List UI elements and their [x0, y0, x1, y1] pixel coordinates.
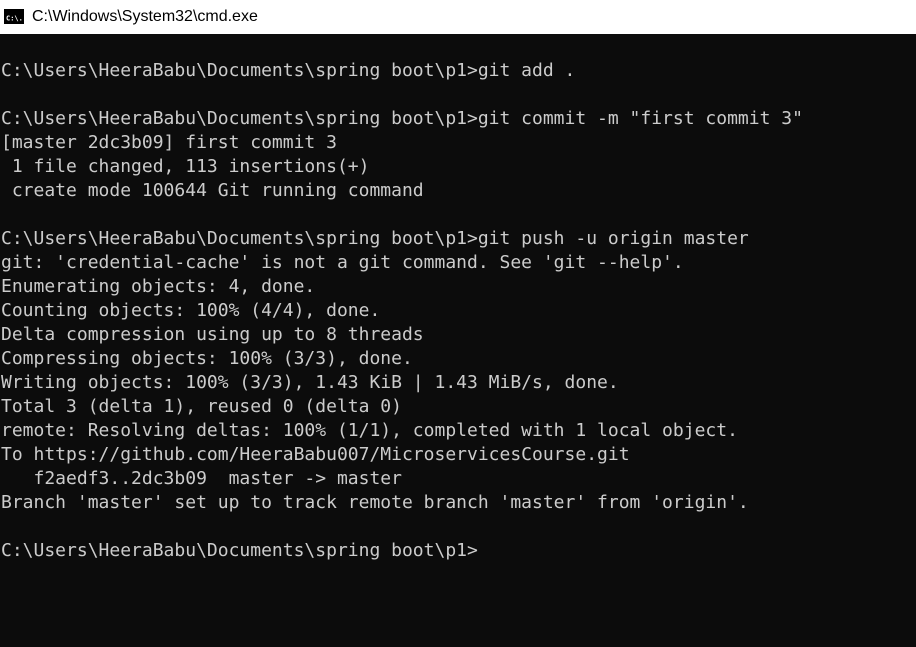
console-line: Delta compression using up to 8 threads	[1, 324, 424, 345]
console-line: C:\Users\HeeraBabu\Documents\spring boot…	[1, 60, 576, 81]
cmd-window: C:\. C:\Windows\System32\cmd.exe C:\User…	[0, 0, 916, 647]
console-line: git: 'credential-cache' is not a git com…	[1, 252, 684, 273]
console-line: create mode 100644 Git running command	[1, 180, 424, 201]
console-line: Enumerating objects: 4, done.	[1, 276, 316, 297]
window-title: C:\Windows\System32\cmd.exe	[32, 8, 258, 25]
console-line: Counting objects: 100% (4/4), done.	[1, 300, 381, 321]
console-line: remote: Resolving deltas: 100% (1/1), co…	[1, 420, 738, 441]
console-line: C:\Users\HeeraBabu\Documents\spring boot…	[1, 228, 749, 249]
console-line: Total 3 (delta 1), reused 0 (delta 0)	[1, 396, 402, 417]
title-bar[interactable]: C:\. C:\Windows\System32\cmd.exe	[0, 0, 916, 34]
cmd-icon: C:\.	[4, 9, 24, 24]
console-line: C:\Users\HeeraBabu\Documents\spring boot…	[1, 540, 478, 561]
console-line: To https://github.com/HeeraBabu007/Micro…	[1, 444, 630, 465]
console-line: Compressing objects: 100% (3/3), done.	[1, 348, 413, 369]
console-output[interactable]: C:\Users\HeeraBabu\Documents\spring boot…	[0, 34, 916, 647]
console-line: C:\Users\HeeraBabu\Documents\spring boot…	[1, 108, 803, 129]
console-line: Writing objects: 100% (3/3), 1.43 KiB | …	[1, 372, 619, 393]
console-line: 1 file changed, 113 insertions(+)	[1, 156, 370, 177]
console-line: f2aedf3..2dc3b09 master -> master	[1, 468, 402, 489]
cmd-icon-glyph: C:\.	[6, 15, 23, 23]
console-line: Branch 'master' set up to track remote b…	[1, 492, 749, 513]
console-line: [master 2dc3b09] first commit 3	[1, 132, 337, 153]
